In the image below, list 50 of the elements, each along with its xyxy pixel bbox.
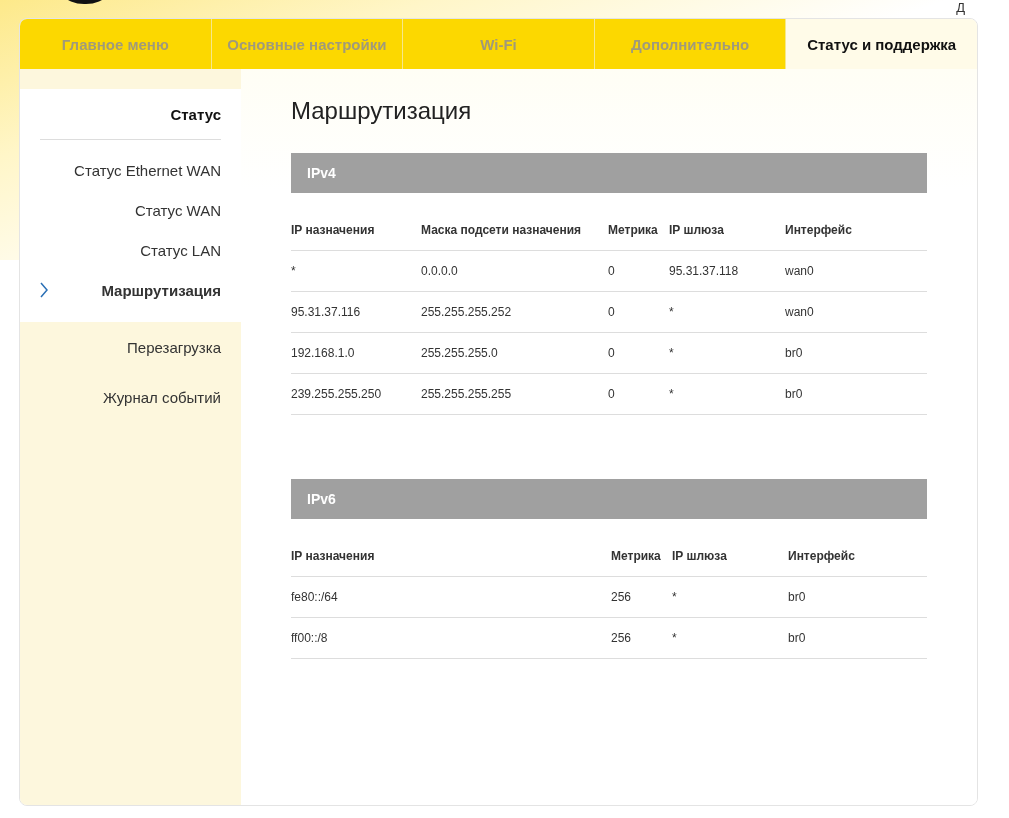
column-header: IP назначения bbox=[291, 222, 375, 237]
table-cell: * bbox=[672, 631, 677, 645]
table-cell: wan0 bbox=[785, 305, 814, 319]
sidebar-item[interactable]: Перезагрузка bbox=[40, 322, 221, 372]
sidebar-item[interactable]: Журнал событий bbox=[40, 372, 221, 422]
column-header: IP назначения bbox=[291, 548, 375, 563]
sidebar-item[interactable]: Статус Ethernet WAN bbox=[74, 150, 221, 190]
table-cell: wan0 bbox=[785, 264, 814, 278]
table-cell: 0 bbox=[608, 305, 615, 319]
table-cell: br0 bbox=[788, 590, 806, 604]
table-cell: ff00::/8 bbox=[291, 631, 328, 645]
table-cell: 256 bbox=[611, 590, 632, 604]
table-cell: 95.31.37.118 bbox=[669, 264, 739, 278]
sidebar-item[interactable]: Статус bbox=[40, 89, 221, 139]
table-cell: br0 bbox=[785, 346, 803, 360]
table-cell: 255.255.255.255 bbox=[421, 387, 512, 401]
section-header: IPv6 bbox=[291, 479, 927, 519]
table-cell: 95.31.37.116 bbox=[291, 305, 361, 319]
table-cell: 239.255.255.250 bbox=[291, 387, 382, 401]
column-header: Метрика bbox=[608, 222, 658, 237]
table-cell: 255.255.255.0 bbox=[421, 346, 498, 360]
header-text: Д bbox=[956, 0, 965, 15]
column-header: IP шлюза bbox=[672, 548, 727, 563]
table-cell: * bbox=[669, 346, 674, 360]
sidebar-item[interactable]: Статус WAN bbox=[134, 190, 221, 230]
sidebar-item[interactable]: Статус LAN bbox=[140, 230, 221, 270]
table-cell: 0 bbox=[608, 387, 615, 401]
column-header: Метрика bbox=[611, 548, 661, 563]
table-cell: 192.168.1.0 bbox=[291, 346, 355, 360]
table-cell: * bbox=[672, 590, 677, 604]
sidebar-item[interactable]: Маршрутизация bbox=[101, 270, 221, 310]
table-cell: br0 bbox=[785, 387, 803, 401]
column-header: Интерфейс bbox=[785, 222, 852, 237]
table-cell: * bbox=[291, 264, 296, 278]
table-cell: fe80::/64 bbox=[291, 590, 338, 604]
table-cell: 255.255.255.252 bbox=[421, 305, 512, 319]
table-cell: * bbox=[669, 305, 674, 319]
table-cell: 0.0.0.0 bbox=[421, 264, 458, 278]
section-header: IPv4 bbox=[291, 153, 927, 193]
column-header: Интерфейс bbox=[788, 548, 855, 563]
column-header: IP шлюза bbox=[669, 222, 724, 237]
table-cell: 256 bbox=[611, 631, 632, 645]
chevron-icon bbox=[40, 282, 48, 298]
column-header: Маска подсети назначения bbox=[421, 222, 582, 237]
table-cell: * bbox=[669, 387, 674, 401]
table-cell: 0 bbox=[608, 346, 615, 360]
table-cell: br0 bbox=[788, 631, 806, 645]
table-cell: 0 bbox=[608, 264, 615, 278]
nav-tab[interactable]: Статус и поддержка bbox=[786, 19, 977, 69]
page-title: Маршрутизация bbox=[291, 97, 473, 125]
